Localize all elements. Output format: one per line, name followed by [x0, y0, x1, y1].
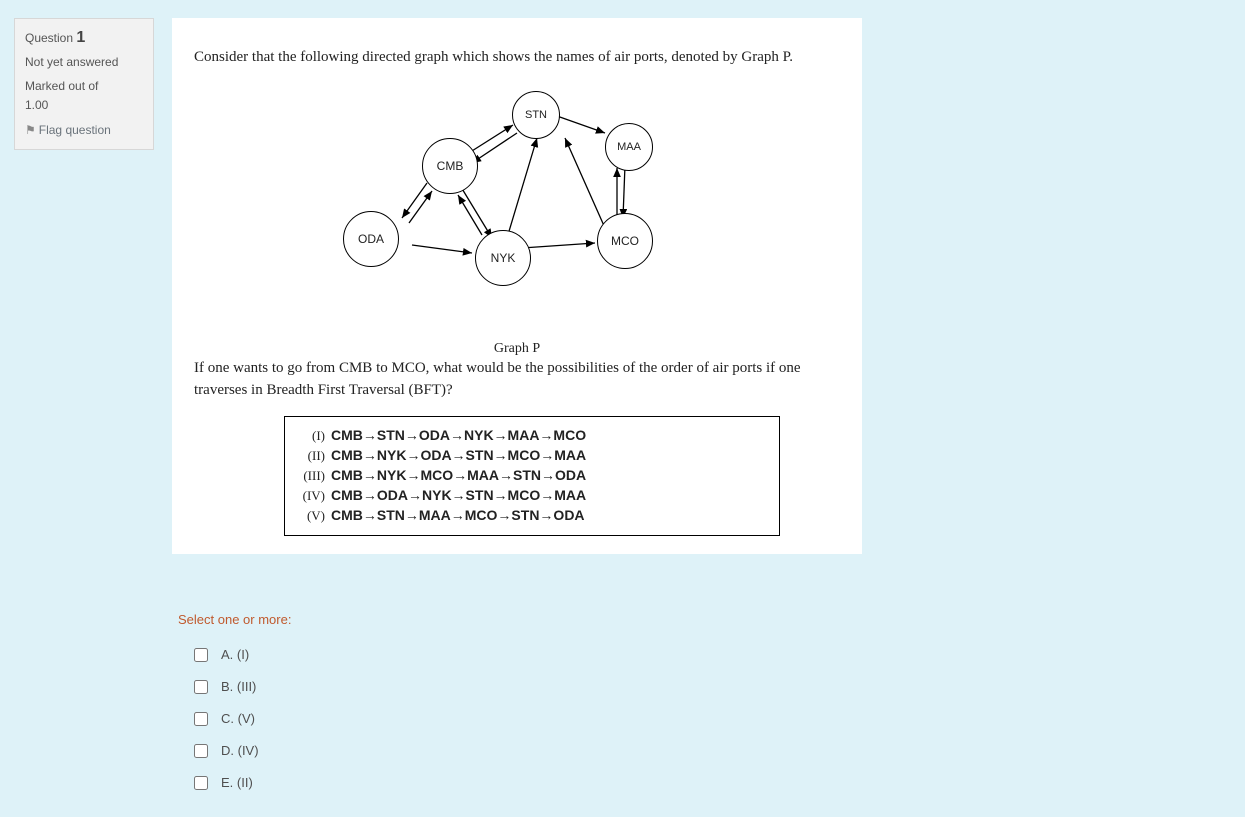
select-prompt: Select one or more: [178, 612, 1112, 627]
graph-caption: Graph P [194, 341, 840, 357]
path-option: (I)CMB→STN→ODA→NYK→MAA→MCO [297, 427, 767, 445]
answer-option[interactable]: A. (I) [178, 639, 1112, 671]
graph-node-stn: STN [512, 91, 560, 139]
graph-node-oda: ODA [343, 211, 399, 267]
flag-question-link[interactable]: ⚑Flag question [25, 121, 143, 140]
answer-label: A. (I) [221, 647, 249, 662]
answer-option[interactable]: B. (III) [178, 671, 1112, 703]
path-option: (IV)CMB→ODA→NYK→STN→MCO→MAA [297, 487, 767, 505]
flag-question-label: Flag question [39, 123, 111, 137]
question-intro: Consider that the following directed gra… [194, 46, 840, 69]
graph-node-nyk: NYK [475, 230, 531, 286]
answer-block: Select one or more: A. (I) B. (III) C. (… [172, 612, 1112, 799]
question-body: Consider that the following directed gra… [172, 18, 862, 554]
graph-figure: STN MAA CMB ODA NYK MCO [327, 83, 707, 323]
answer-checkbox-d[interactable] [194, 744, 208, 758]
marked-out-of-value: 1.00 [25, 98, 48, 112]
marked-out-of-label: Marked out of [25, 79, 98, 93]
answer-checkbox-b[interactable] [194, 680, 208, 694]
path-options-box: (I)CMB→STN→ODA→NYK→MAA→MCO (II)CMB→NYK→O… [284, 416, 780, 536]
answer-option[interactable]: C. (V) [178, 703, 1112, 735]
page-wrap: Question 1 Not yet answered Marked out o… [0, 0, 1245, 817]
graph-node-mco: MCO [597, 213, 653, 269]
answer-option[interactable]: E. (II) [178, 767, 1112, 799]
path-option: (III)CMB→NYK→MCO→MAA→STN→ODA [297, 467, 767, 485]
question-number: 1 [76, 29, 85, 46]
question-followup: If one wants to go from CMB to MCO, what… [194, 357, 840, 402]
answer-checkbox-a[interactable] [194, 648, 208, 662]
question-label: Question [25, 31, 73, 45]
question-info-box: Question 1 Not yet answered Marked out o… [14, 18, 154, 150]
answer-label: E. (II) [221, 775, 253, 790]
graph-node-maa: MAA [605, 123, 653, 171]
flag-icon: ⚑ [25, 123, 36, 137]
path-option: (V)CMB→STN→MAA→MCO→STN→ODA [297, 507, 767, 525]
path-option: (II)CMB→NYK→ODA→STN→MCO→MAA [297, 447, 767, 465]
marked-out-of: Marked out of 1.00 [25, 77, 143, 114]
graph-node-cmb: CMB [422, 138, 478, 194]
answer-checkbox-e[interactable] [194, 776, 208, 790]
answer-label: B. (III) [221, 679, 256, 694]
answer-label: C. (V) [221, 711, 255, 726]
answer-status: Not yet answered [25, 53, 143, 72]
answer-label: D. (IV) [221, 743, 259, 758]
question-number-line: Question 1 [25, 26, 143, 51]
answer-checkbox-c[interactable] [194, 712, 208, 726]
content-column: Consider that the following directed gra… [172, 18, 1112, 799]
